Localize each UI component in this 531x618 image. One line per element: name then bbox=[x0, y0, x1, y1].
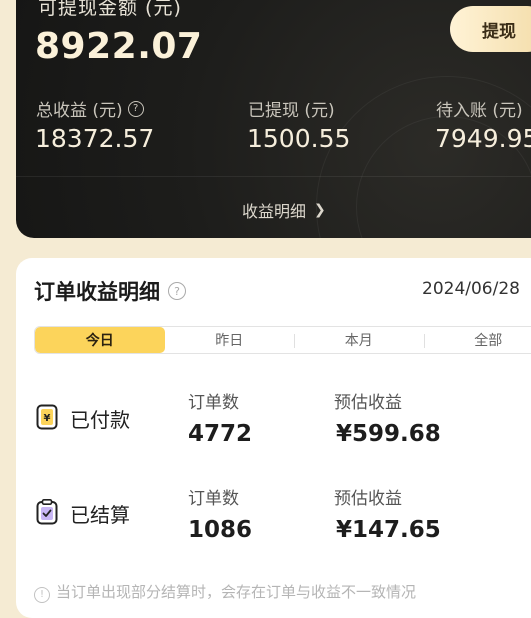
withdraw-button[interactable]: 提现 bbox=[450, 6, 531, 52]
withdrawn-label: 已提现 (元) bbox=[248, 96, 335, 121]
order-earnings-card: 订单收益明细 ? 2024/06/28 今日 昨日 本月 全部 ¥ 已付款 订单… bbox=[16, 258, 531, 618]
total-income-value: 18372.57 bbox=[35, 124, 154, 153]
card-divider bbox=[16, 176, 531, 177]
paid-count-value: 4772 bbox=[188, 421, 252, 447]
paid-income-value: ¥599.68 bbox=[336, 421, 441, 447]
tab-all-label: 全部 bbox=[474, 330, 502, 350]
period-tabs: 今日 昨日 本月 全部 bbox=[34, 326, 531, 354]
check-clipboard-icon bbox=[36, 499, 58, 525]
available-amount-label: 可提现金额 (元) bbox=[38, 0, 182, 20]
settlement-note-text: 当订单出现部分结算时，会存在订单与收益不一致情况 bbox=[56, 583, 416, 601]
tab-divider bbox=[294, 334, 295, 348]
tab-yesterday-label: 昨日 bbox=[215, 330, 243, 350]
tab-this-month[interactable]: 本月 bbox=[294, 327, 424, 353]
available-amount-value: 8922.07 bbox=[35, 26, 202, 67]
tab-all[interactable]: 全部 bbox=[424, 327, 531, 353]
settled-label: 已结算 bbox=[70, 499, 130, 528]
chevron-right-icon: ❯ bbox=[314, 202, 326, 218]
withdrawn-value: 1500.55 bbox=[247, 124, 350, 153]
settled-count-label: 订单数 bbox=[188, 484, 239, 509]
svg-text:¥: ¥ bbox=[44, 413, 51, 424]
yen-wallet-icon: ¥ bbox=[36, 404, 58, 430]
total-income-label: 总收益 (元) ? bbox=[36, 96, 144, 121]
income-detail-link[interactable]: 收益明细 ❯ bbox=[242, 198, 326, 222]
income-detail-link-label: 收益明细 bbox=[242, 198, 306, 222]
help-icon[interactable]: ? bbox=[168, 282, 186, 300]
tab-today[interactable]: 今日 bbox=[35, 327, 165, 353]
paid-label: 已付款 bbox=[70, 404, 130, 433]
total-income-label-text: 总收益 (元) bbox=[36, 96, 123, 121]
pending-value: 7949.95 bbox=[435, 124, 531, 153]
settled-income-label: 预估收益 bbox=[334, 484, 402, 509]
settlement-note: ! 当订单出现部分结算时，会存在订单与收益不一致情况 bbox=[34, 581, 416, 603]
paid-count-label: 订单数 bbox=[188, 388, 239, 413]
tab-this-month-label: 本月 bbox=[345, 330, 373, 350]
pending-label: 待入账 (元) bbox=[436, 96, 523, 121]
settled-count-value: 1086 bbox=[188, 517, 252, 543]
tab-yesterday[interactable]: 昨日 bbox=[165, 327, 295, 353]
order-earnings-title: 订单收益明细 ? bbox=[34, 276, 186, 306]
tab-divider bbox=[424, 334, 425, 348]
info-icon: ! bbox=[34, 587, 50, 603]
earnings-card: 可提现金额 (元) 8922.07 提现 总收益 (元) ? 18372.57 … bbox=[16, 0, 531, 238]
paid-income-label: 预估收益 bbox=[334, 388, 402, 413]
order-earnings-title-text: 订单收益明细 bbox=[34, 276, 160, 306]
settled-income-value: ¥147.65 bbox=[336, 517, 441, 543]
date-selector[interactable]: 2024/06/28 bbox=[422, 279, 520, 299]
help-icon[interactable]: ? bbox=[128, 101, 144, 117]
